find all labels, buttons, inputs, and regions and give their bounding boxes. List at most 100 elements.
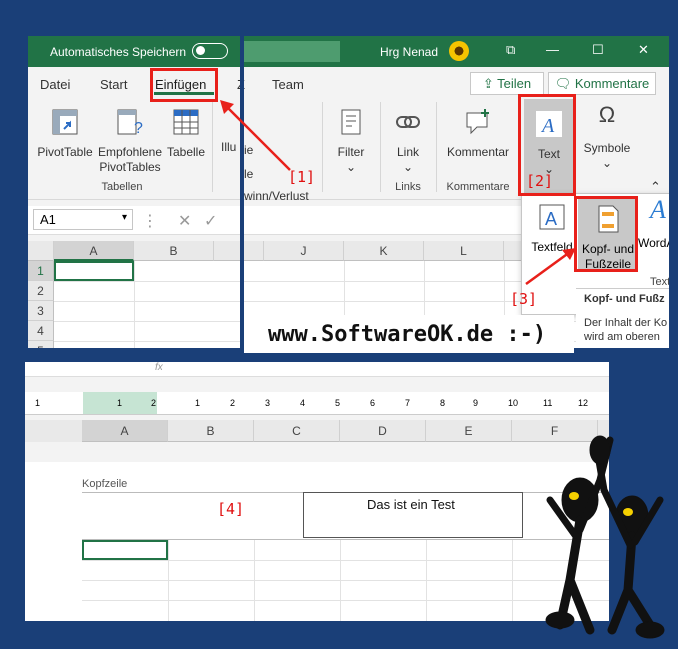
link-button[interactable]: Link ⌄ bbox=[386, 107, 430, 175]
omega-icon: Ω bbox=[598, 102, 616, 127]
table-button[interactable]: Tabelle bbox=[164, 107, 208, 160]
ruler-number: 12 bbox=[578, 398, 589, 408]
group-comments-label: Kommentare bbox=[446, 181, 510, 193]
annotation-2: [2] bbox=[526, 172, 554, 190]
textbox-icon: A bbox=[539, 204, 565, 230]
column-header-e[interactable]: E bbox=[426, 420, 512, 442]
excel-window-bottom: fx 1 1 2 1 2 3 4 5 6 7 8 9 10 11 12 A B … bbox=[25, 362, 609, 621]
horizontal-ruler: 1 1 2 1 2 3 4 5 6 7 8 9 10 11 12 bbox=[25, 392, 609, 415]
search-box[interactable] bbox=[242, 41, 340, 62]
ruler-number: 3 bbox=[265, 398, 271, 408]
enter-icon[interactable]: ✓ bbox=[204, 211, 217, 231]
select-all-corner[interactable] bbox=[28, 241, 54, 261]
comment-button[interactable]: Kommentar bbox=[442, 107, 514, 160]
chevron-down-icon: ⌄ bbox=[345, 160, 357, 174]
cancel-icon[interactable]: ✕ bbox=[178, 211, 191, 231]
table-icon bbox=[173, 109, 199, 135]
tooltip: Kopf- und Fußz Der Inhalt der Ko wird am… bbox=[576, 288, 669, 348]
grid-line bbox=[340, 540, 341, 621]
column-header-a[interactable]: A bbox=[54, 241, 134, 261]
user-name: Hrg Nenad bbox=[380, 45, 439, 59]
chevron-down-icon: ⌄ bbox=[601, 156, 613, 170]
recommended-pivot-icon: ? bbox=[117, 109, 143, 137]
share-button[interactable]: ⇪ Teilen bbox=[470, 72, 544, 95]
ribbon-display-icon[interactable]: ⧉ bbox=[506, 42, 515, 58]
chevron-down-icon: ⌄ bbox=[402, 160, 414, 174]
filter-label: Filter bbox=[337, 145, 365, 159]
close-icon[interactable]: ✕ bbox=[638, 42, 649, 58]
minimize-icon[interactable]: — bbox=[546, 42, 559, 57]
name-box-value: A1 bbox=[40, 212, 56, 227]
cheering-figures-illustration bbox=[545, 435, 665, 639]
column-header-partial[interactable] bbox=[214, 241, 264, 261]
grid-line bbox=[168, 540, 169, 621]
grid-line bbox=[82, 600, 609, 601]
selected-cell[interactable] bbox=[82, 540, 168, 560]
header-text: Das ist ein Test bbox=[367, 497, 455, 512]
column-header-b[interactable]: B bbox=[134, 241, 214, 261]
row-header-4[interactable]: 4 bbox=[28, 321, 54, 341]
table-label: Tabelle bbox=[166, 145, 206, 159]
share-label: Teilen bbox=[497, 76, 532, 91]
ruler-number: 1 bbox=[35, 398, 41, 408]
split-divider bbox=[240, 36, 244, 354]
ruler-number: 5 bbox=[335, 398, 341, 408]
row-header-3[interactable]: 3 bbox=[28, 301, 54, 321]
grid-line bbox=[82, 580, 609, 581]
header-center-section[interactable]: Das ist ein Test bbox=[303, 492, 523, 538]
ruler-number: 2 bbox=[230, 398, 236, 408]
tab-start[interactable]: Start bbox=[100, 77, 127, 92]
fx-icon[interactable]: fx bbox=[155, 362, 163, 373]
row-header-2[interactable]: 2 bbox=[28, 281, 54, 301]
column-header-d[interactable]: D bbox=[340, 420, 426, 442]
group-tables-label: Tabellen bbox=[101, 181, 143, 193]
row-header-1[interactable]: 1 bbox=[28, 261, 54, 281]
svg-text:?: ? bbox=[134, 120, 143, 137]
annotation-1: [1] bbox=[288, 168, 316, 186]
link-label: Link bbox=[396, 145, 419, 159]
column-header-l[interactable]: L bbox=[424, 241, 504, 261]
pivottable-icon bbox=[52, 109, 78, 135]
sparkline-winloss-partial[interactable]: winn/Verlust bbox=[244, 189, 309, 203]
pivottable-button[interactable]: PivotTable bbox=[36, 107, 94, 160]
ribbon-separator bbox=[322, 102, 323, 192]
column-header-j[interactable]: J bbox=[264, 241, 344, 261]
selected-cell-a1[interactable] bbox=[54, 261, 134, 281]
recommended-label-2: PivotTables bbox=[99, 160, 161, 174]
wordart-button[interactable]: A WordA bbox=[638, 195, 669, 251]
column-header-c[interactable]: C bbox=[254, 420, 340, 442]
column-header-b[interactable]: B bbox=[168, 420, 254, 442]
autosave-toggle[interactable] bbox=[192, 43, 228, 59]
more-icon: ⋮ bbox=[142, 213, 158, 230]
annotation-4: [4] bbox=[217, 500, 245, 518]
grid-line bbox=[254, 540, 255, 621]
chevron-down-icon[interactable]: ▾ bbox=[122, 212, 127, 223]
column-header-k[interactable]: K bbox=[344, 241, 424, 261]
grid-line bbox=[134, 261, 135, 348]
filter-button[interactable]: Filter ⌄ bbox=[328, 107, 374, 175]
comments-button[interactable]: 🗨 Kommentare bbox=[548, 72, 656, 95]
symbols-button[interactable]: Ω Symbole ⌄ bbox=[582, 102, 632, 171]
comment-icon: 🗨 bbox=[554, 76, 575, 91]
wordart-icon: A bbox=[650, 195, 666, 224]
pivottable-label: PivotTable bbox=[37, 145, 93, 159]
ribbon-separator bbox=[380, 102, 381, 192]
ruler-number: 10 bbox=[508, 398, 519, 408]
maximize-icon[interactable]: ☐ bbox=[592, 42, 604, 58]
highlight-box-einfuegen bbox=[150, 68, 218, 102]
name-box[interactable]: A1 ▾ bbox=[33, 209, 133, 230]
recommended-pivottables-button[interactable]: ? Empfohlene PivotTables bbox=[96, 107, 164, 175]
ruler-number: 8 bbox=[440, 398, 446, 408]
ruler-number: 6 bbox=[370, 398, 376, 408]
highlight-box-header-footer bbox=[574, 196, 638, 272]
formula-bar-partial: fx bbox=[25, 362, 609, 377]
column-header-a[interactable]: A bbox=[82, 420, 168, 442]
tab-datei[interactable]: Datei bbox=[40, 77, 70, 92]
autosave-label: Automatisches Speichern bbox=[50, 45, 187, 59]
share-icon: ⇪ bbox=[482, 76, 498, 91]
grid-line bbox=[426, 540, 427, 621]
avatar[interactable] bbox=[449, 41, 469, 61]
page-layout-area: Kopfzeile Das ist ein Test [4] bbox=[25, 462, 609, 621]
row-header-5[interactable]: 5 bbox=[28, 341, 54, 348]
annotation-arrow-3 bbox=[525, 248, 576, 286]
